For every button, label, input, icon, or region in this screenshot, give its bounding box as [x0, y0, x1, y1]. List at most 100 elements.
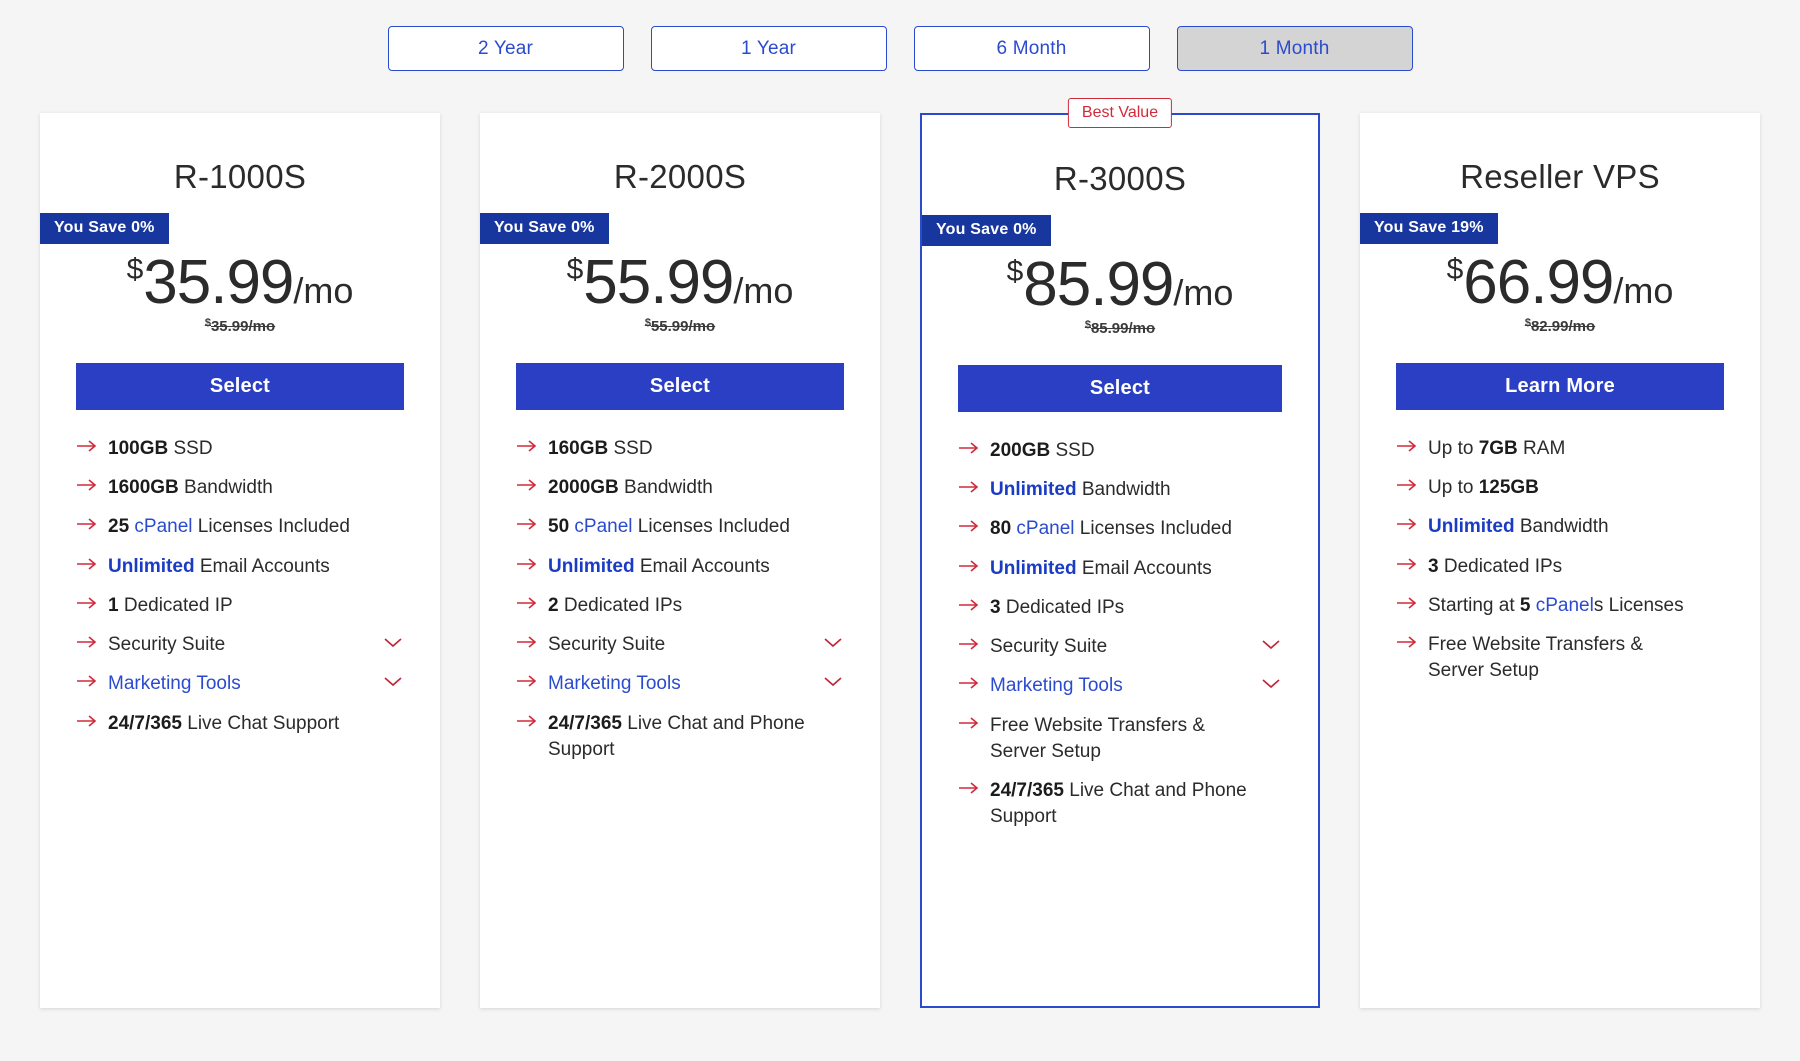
feature-item[interactable]: Marketing Tools	[76, 671, 404, 697]
arrow-right-icon	[76, 439, 98, 453]
save-badge: You Save 0%	[480, 213, 609, 244]
feature-text: Free Website Transfers & Server Setup	[990, 713, 1252, 765]
arrow-right-icon	[958, 480, 980, 494]
feature-item[interactable]: Security Suite	[76, 632, 404, 658]
feature-text: Marketing Tools	[548, 671, 814, 697]
feature-item[interactable]: Marketing Tools	[958, 673, 1282, 699]
arrow-right-icon	[1396, 478, 1418, 492]
feature-item: Unlimited Bandwidth	[958, 477, 1282, 503]
feature-text: Unlimited Email Accounts	[108, 554, 374, 580]
plan-cta-button[interactable]: Select	[76, 363, 404, 410]
term-button-2-year[interactable]: 2 Year	[388, 26, 624, 71]
feature-item: Unlimited Email Accounts	[958, 556, 1282, 582]
arrow-right-icon	[958, 637, 980, 651]
best-value-badge: Best Value	[1068, 98, 1172, 128]
feature-list: Up to 7GB RAMUp to 125GBUnlimited Bandwi…	[1396, 436, 1724, 685]
plan-cta-button[interactable]: Learn More	[1396, 363, 1724, 410]
chevron-down-icon[interactable]	[1260, 638, 1282, 651]
feature-text: 50 cPanel Licenses Included	[548, 514, 814, 540]
feature-text: Up to 7GB RAM	[1428, 436, 1694, 462]
feature-item: 50 cPanel Licenses Included	[516, 514, 844, 540]
plan-title: R-3000S	[958, 160, 1282, 198]
feature-item: 1 Dedicated IP	[76, 593, 404, 619]
price-currency: $	[1007, 255, 1024, 288]
pricing-card-reseller-vps: Reseller VPS You Save 19% $66.99/mo $82.99/…	[1360, 113, 1760, 1008]
price-currency: $	[1447, 253, 1464, 286]
price-currency: $	[127, 253, 144, 286]
arrow-right-icon	[516, 439, 538, 453]
feature-text: Starting at 5 cPanels Licenses	[1428, 593, 1694, 619]
price-amount: 55.99	[583, 248, 733, 317]
feature-text: 1600GB Bandwidth	[108, 475, 374, 501]
feature-item: 25 cPanel Licenses Included	[76, 514, 404, 540]
feature-text: 3 Dedicated IPs	[990, 595, 1252, 621]
feature-item: 100GB SSD	[76, 436, 404, 462]
feature-list: 160GB SSD2000GB Bandwidth50 cPanel Licen…	[516, 436, 844, 763]
arrow-right-icon	[958, 716, 980, 730]
chevron-down-icon[interactable]	[382, 675, 404, 688]
feature-item[interactable]: Security Suite	[516, 632, 844, 658]
feature-text: 2 Dedicated IPs	[548, 593, 814, 619]
term-button-1-month[interactable]: 1 Month	[1177, 26, 1413, 71]
plan-title: Reseller VPS	[1396, 158, 1724, 196]
price-display: $66.99/mo	[1396, 252, 1724, 314]
feature-item: Unlimited Email Accounts	[76, 554, 404, 580]
save-badge: You Save 19%	[1360, 213, 1498, 244]
pricing-cards-row: R-1000SYou Save 0%$35.99/mo$35.99/moSele…	[0, 113, 1800, 1008]
feature-item[interactable]: Marketing Tools	[516, 671, 844, 697]
feature-text: Free Website Transfers & Server Setup	[1428, 632, 1694, 684]
term-button-6-month[interactable]: 6 Month	[914, 26, 1150, 71]
price-amount: 66.99	[1463, 248, 1613, 317]
chevron-down-icon[interactable]	[1260, 677, 1282, 690]
arrow-right-icon	[516, 517, 538, 531]
arrow-right-icon	[958, 559, 980, 573]
feature-item: 24/7/365 Live Chat and Phone Support	[958, 778, 1282, 830]
feature-text: 24/7/365 Live Chat and Phone Support	[548, 711, 814, 763]
arrow-right-icon	[516, 674, 538, 688]
feature-text: 25 cPanel Licenses Included	[108, 514, 374, 540]
arrow-right-icon	[958, 676, 980, 690]
feature-text: Marketing Tools	[990, 673, 1252, 699]
price-period: /mo	[1613, 270, 1673, 311]
pricing-card-r-1000s: R-1000SYou Save 0%$35.99/mo$35.99/moSele…	[40, 113, 440, 1008]
feature-text: 24/7/365 Live Chat Support	[108, 711, 374, 737]
feature-item: 3 Dedicated IPs	[1396, 554, 1724, 580]
price-amount: 85.99	[1023, 250, 1173, 319]
feature-item: 3 Dedicated IPs	[958, 595, 1282, 621]
chevron-down-icon[interactable]	[822, 675, 844, 688]
feature-item: 1600GB Bandwidth	[76, 475, 404, 501]
arrow-right-icon	[1396, 635, 1418, 649]
feature-text: 100GB SSD	[108, 436, 374, 462]
arrow-right-icon	[1396, 439, 1418, 453]
plan-cta-button[interactable]: Select	[958, 365, 1282, 412]
feature-item: Up to 7GB RAM	[1396, 436, 1724, 462]
feature-item: 24/7/365 Live Chat Support	[76, 711, 404, 737]
feature-item: Unlimited Bandwidth	[1396, 514, 1724, 540]
original-price: $82.99/mo	[1396, 317, 1724, 335]
feature-item[interactable]: Security Suite	[958, 634, 1282, 660]
feature-item: 24/7/365 Live Chat and Phone Support	[516, 711, 844, 763]
arrow-right-icon	[76, 674, 98, 688]
arrow-right-icon	[1396, 517, 1418, 531]
feature-text: Security Suite	[990, 634, 1252, 660]
feature-text: 24/7/365 Live Chat and Phone Support	[990, 778, 1252, 830]
save-badge: You Save 0%	[40, 213, 169, 244]
arrow-right-icon	[516, 596, 538, 610]
term-button-1-year[interactable]: 1 Year	[651, 26, 887, 71]
feature-text: 80 cPanel Licenses Included	[990, 516, 1252, 542]
plan-title: R-1000S	[76, 158, 404, 196]
feature-text: 1 Dedicated IP	[108, 593, 374, 619]
pricing-card-r-3000s: Best ValueR-3000SYou Save 0%$85.99/mo$85…	[920, 113, 1320, 1008]
price-amount: 35.99	[143, 248, 293, 317]
feature-item: 2000GB Bandwidth	[516, 475, 844, 501]
plan-cta-button[interactable]: Select	[516, 363, 844, 410]
chevron-down-icon[interactable]	[382, 636, 404, 649]
arrow-right-icon	[1396, 596, 1418, 610]
arrow-right-icon	[76, 478, 98, 492]
feature-item: Unlimited Email Accounts	[516, 554, 844, 580]
arrow-right-icon	[516, 714, 538, 728]
feature-text: Security Suite	[548, 632, 814, 658]
price-display: $35.99/mo	[76, 252, 404, 314]
chevron-down-icon[interactable]	[822, 636, 844, 649]
feature-text: Security Suite	[108, 632, 374, 658]
